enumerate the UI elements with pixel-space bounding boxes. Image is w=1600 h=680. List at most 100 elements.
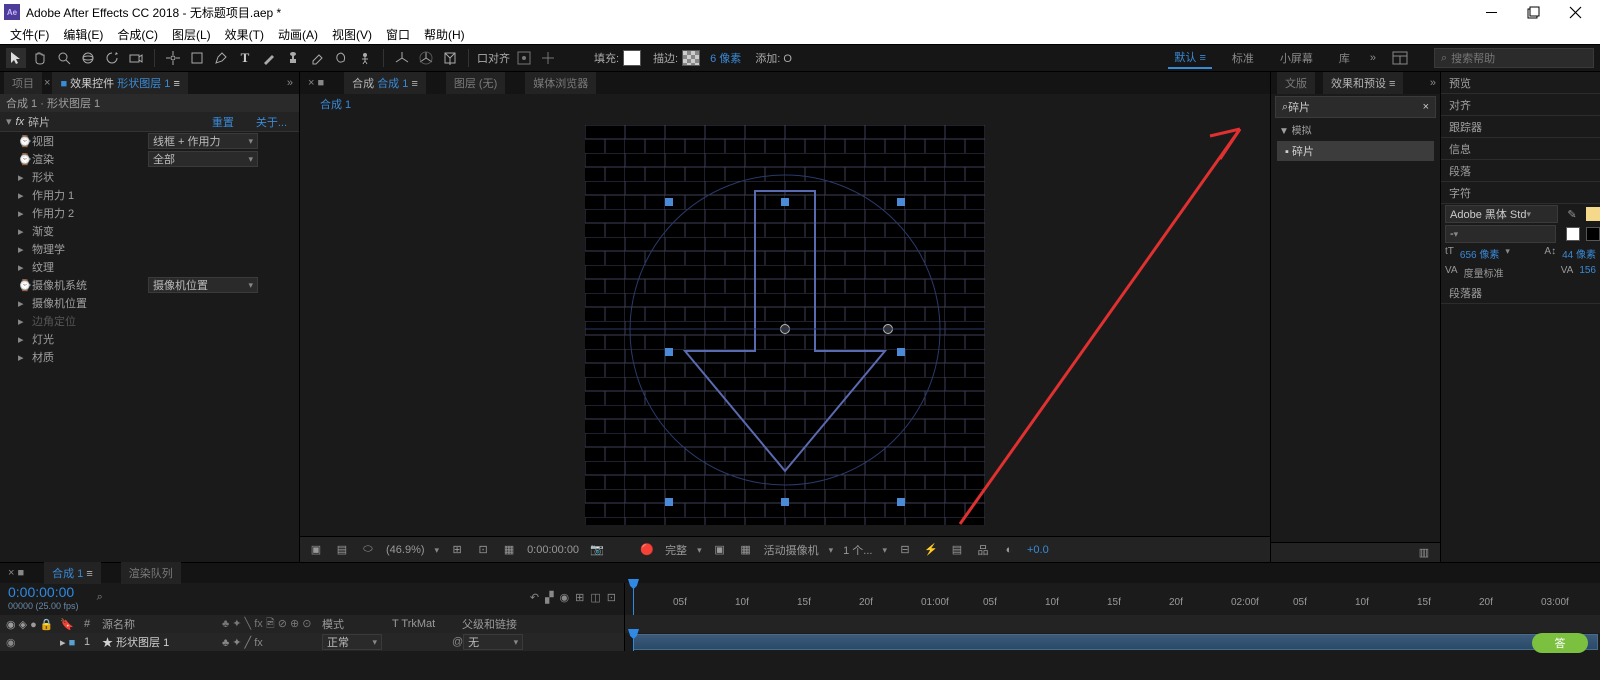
help-search-input[interactable]: ⌕ 搜索帮助	[1434, 48, 1594, 68]
align-panel-header[interactable]: 对齐	[1441, 94, 1600, 116]
render-queue-tab[interactable]: 渲染队列	[121, 562, 181, 584]
font-family-dropdown[interactable]: Adobe 黑体 Std	[1445, 205, 1558, 223]
goggles-icon[interactable]: ⬭	[360, 542, 376, 558]
frame-blend-icon[interactable]: ▞	[545, 591, 553, 604]
display-icon[interactable]: ▣	[308, 542, 324, 558]
handle[interactable]	[665, 348, 673, 356]
region-icon[interactable]: ▣	[712, 542, 728, 558]
handle[interactable]	[781, 198, 789, 206]
timeline-icon[interactable]: ▤	[949, 542, 965, 558]
maximize-button[interactable]	[1512, 0, 1554, 24]
group-gradient[interactable]: ▸渐变	[0, 222, 299, 240]
group-texture[interactable]: ▸纹理	[0, 258, 299, 276]
paragraph-section-header[interactable]: 段落器	[1441, 282, 1600, 304]
text-fill-swatch[interactable]	[1586, 207, 1600, 221]
fill-swatch[interactable]	[623, 50, 641, 66]
col-source[interactable]: 源名称	[102, 616, 222, 632]
layer-name[interactable]: ★ 形状图层 1	[102, 634, 222, 650]
res-icon[interactable]: ⊞	[449, 542, 465, 558]
views-dropdown[interactable]: 1 个...	[843, 542, 872, 558]
flowchart-icon[interactable]: 品	[975, 542, 991, 558]
eyedropper-icon[interactable]: ✎	[1564, 206, 1580, 222]
info-panel-header[interactable]: 信息	[1441, 138, 1600, 160]
col-switches[interactable]: ♣ ✦ ╲ fx 🖻 ⊘ ⊕ ⊙	[222, 615, 322, 634]
minimize-button[interactable]	[1470, 0, 1512, 24]
motion-blur-icon[interactable]: ◉	[560, 591, 570, 604]
text-tool-icon[interactable]: T	[235, 48, 255, 68]
chevron-down-icon[interactable]	[697, 544, 702, 556]
rect-tool-icon[interactable]	[187, 48, 207, 68]
viewer-breadcrumb[interactable]: 合成 1	[300, 94, 1270, 114]
chevron-down-icon[interactable]	[882, 544, 887, 556]
group-material[interactable]: ▸材质	[0, 348, 299, 366]
fx-badge-icon[interactable]: fx	[16, 116, 25, 128]
handle[interactable]	[665, 198, 673, 206]
anchor-tool-icon[interactable]	[163, 48, 183, 68]
about-button[interactable]: 关于...	[256, 114, 287, 130]
group-force2[interactable]: ▸作用力 2	[0, 204, 299, 222]
menu-composition[interactable]: 合成(C)	[117, 26, 158, 43]
prop-render[interactable]: ⌚ 渲染 全部	[0, 150, 299, 168]
tab-overflow-icon[interactable]: »	[287, 77, 293, 89]
effect-controls-tab[interactable]: ■ 效果控件 形状图层 1 ≡	[52, 72, 187, 94]
layer-viewer-tab[interactable]: 图层 (无)	[446, 72, 505, 94]
paragraph-panel-header[interactable]: 段落	[1441, 160, 1600, 182]
close-button[interactable]	[1554, 0, 1596, 24]
menu-window[interactable]: 窗口	[386, 26, 410, 43]
world-axis-icon[interactable]	[416, 48, 436, 68]
panel-bin-icon[interactable]: ▥	[1416, 545, 1432, 561]
prop-view[interactable]: ⌚ 视图 线框 + 作用力	[0, 132, 299, 150]
handle[interactable]	[897, 198, 905, 206]
menu-view[interactable]: 视图(V)	[332, 26, 372, 43]
workspace-small[interactable]: 小屏幕	[1274, 48, 1319, 68]
zoom-dropdown[interactable]: (46.9%)	[386, 544, 425, 556]
chevron-down-icon[interactable]	[1505, 246, 1510, 261]
playhead-line[interactable]	[633, 633, 634, 651]
stopwatch-icon[interactable]: ⌚	[18, 135, 26, 148]
layer-color-label[interactable]: ▸ ■	[60, 636, 84, 649]
kerning-value[interactable]: 度量标准	[1464, 265, 1504, 280]
chevron-down-icon[interactable]	[829, 544, 834, 556]
menu-animation[interactable]: 动画(A)	[278, 26, 318, 43]
clear-search-icon[interactable]: ×	[1423, 101, 1429, 113]
text-stroke-swatch[interactable]	[1566, 227, 1580, 241]
effects-presets-tab[interactable]: 效果和预设 ≡	[1323, 72, 1403, 94]
font-size-value[interactable]: 656 像素	[1460, 246, 1499, 261]
orbit-tool-icon[interactable]	[78, 48, 98, 68]
reset-button[interactable]: 重置	[212, 114, 234, 130]
stroke-width[interactable]: 6 像素	[710, 50, 741, 66]
canvas[interactable]	[300, 114, 1270, 536]
font-style-dropdown[interactable]: -	[1445, 225, 1556, 243]
stopwatch-icon[interactable]: ⌚	[18, 153, 26, 166]
timeline-comp-tab[interactable]: 合成 1 ≡	[44, 562, 101, 584]
media-browser-tab[interactable]: 媒体浏览器	[525, 72, 596, 94]
prop-view-dropdown[interactable]: 线框 + 作用力	[148, 133, 258, 149]
leading-value[interactable]: 44 像素	[1562, 246, 1596, 261]
snap-toggle[interactable]: 口对齐	[477, 50, 510, 66]
handle[interactable]	[897, 498, 905, 506]
layer-duration-bar[interactable]	[633, 634, 1598, 650]
rotate-tool-icon[interactable]	[102, 48, 122, 68]
resolution-dropdown[interactable]: 完整	[665, 542, 687, 558]
local-axis-icon[interactable]	[392, 48, 412, 68]
group-camerapos[interactable]: ▸摄像机位置	[0, 294, 299, 312]
chevron-down-icon[interactable]	[435, 544, 440, 556]
layer-mode-dropdown[interactable]: 正常	[322, 634, 382, 650]
tracker-panel-header[interactable]: 跟踪器	[1441, 116, 1600, 138]
add-shape-menu[interactable]: 添加: O	[755, 50, 792, 66]
comp-viewer-tab[interactable]: 合成 合成 1 ≡	[344, 72, 426, 94]
text-panel-tab[interactable]: 文版	[1277, 72, 1315, 94]
group-force1[interactable]: ▸作用力 1	[0, 186, 299, 204]
snap-opt1-icon[interactable]	[514, 48, 534, 68]
draft3d-icon[interactable]: ◫	[590, 591, 600, 604]
zoom-tool-icon[interactable]	[54, 48, 74, 68]
tracking-value[interactable]: 156	[1579, 265, 1596, 280]
workspace-overflow-icon[interactable]: »	[1370, 52, 1376, 64]
grid-icon[interactable]: ⊡	[475, 542, 491, 558]
col-index[interactable]: #	[84, 618, 102, 630]
workspace-default[interactable]: 默认 ≡	[1168, 47, 1211, 69]
group-light[interactable]: ▸灯光	[0, 330, 299, 348]
composition-canvas[interactable]	[585, 125, 985, 525]
twirl-icon[interactable]: ▾	[6, 115, 12, 128]
effect-header-row[interactable]: ▾ fx 碎片 重置 关于...	[0, 112, 299, 132]
